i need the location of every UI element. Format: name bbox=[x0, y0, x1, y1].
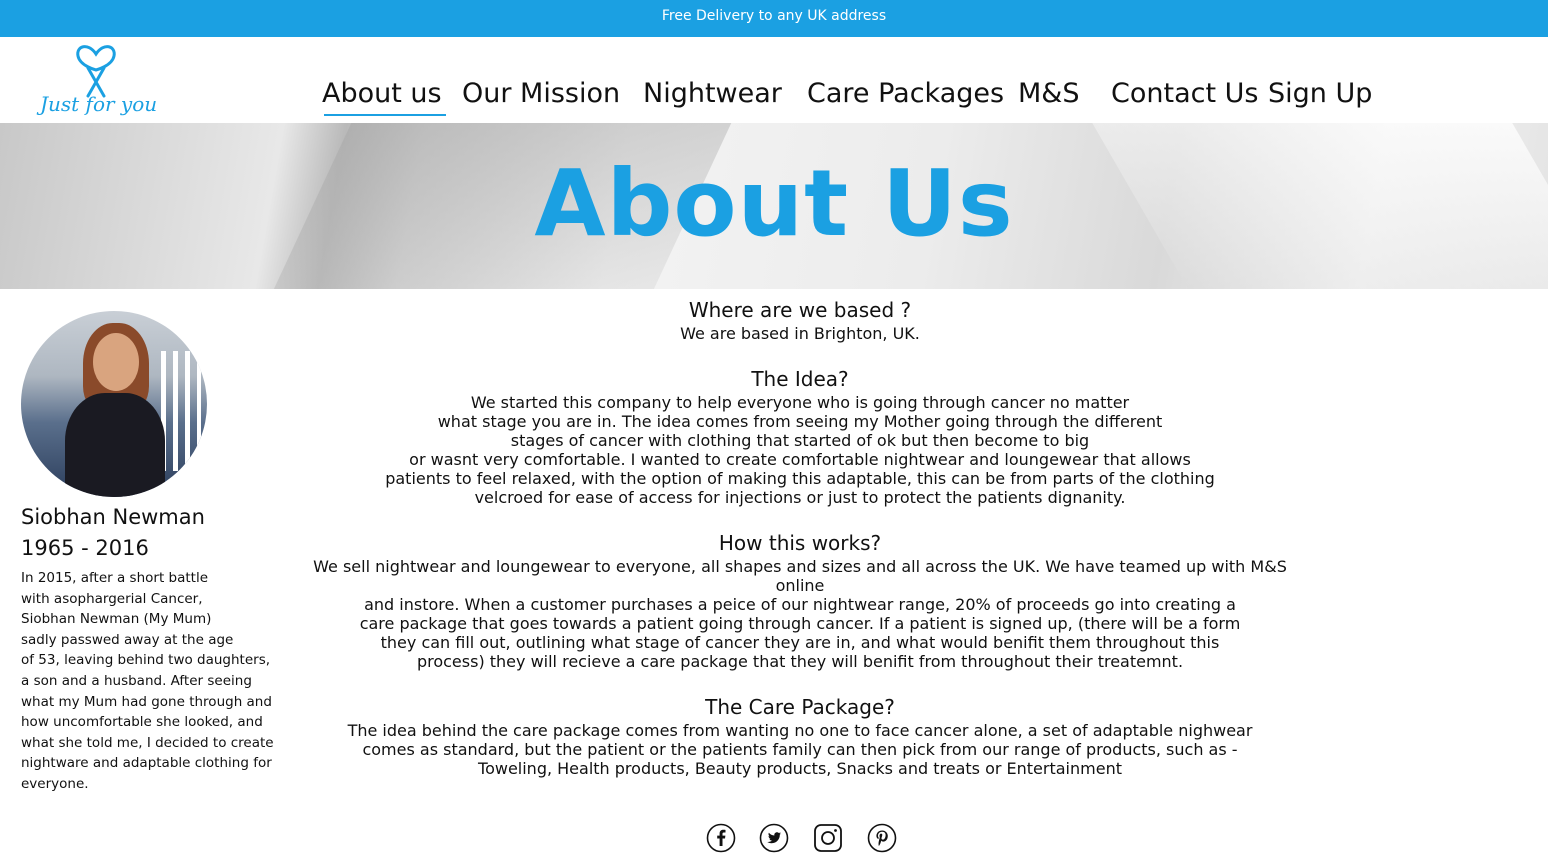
body-line: We are based in Brighton, UK. bbox=[680, 324, 920, 343]
section-heading-idea: The Idea? bbox=[751, 367, 849, 391]
instagram-icon bbox=[814, 824, 842, 852]
profile-name: Siobhan Newman bbox=[21, 505, 205, 529]
about-content: Where are we based ? We are based in Bri… bbox=[300, 296, 1300, 778]
promo-banner: Free Delivery to any UK address bbox=[0, 0, 1548, 37]
bio-line: what my Mum had gone through and bbox=[21, 693, 272, 710]
nav-item-sign-up[interactable]: Sign Up bbox=[1268, 74, 1372, 114]
bio-line: In 2015, after a short battle bbox=[21, 570, 209, 586]
body-line: We sell nightwear and loungewear to ever… bbox=[313, 557, 1287, 595]
bio-line: what she told me, I decided to create bbox=[21, 734, 274, 751]
body-line: velcroed for ease of access for injectio… bbox=[474, 488, 1126, 507]
body-line: care package that goes towards a patient… bbox=[359, 614, 1241, 633]
bio-line: how uncomfortable she looked, and bbox=[21, 714, 263, 731]
section-heading-care-package: The Care Package? bbox=[705, 695, 895, 719]
section-heading-how-it-works: How this works? bbox=[718, 531, 882, 555]
body-line: what stage you are in. The idea comes fr… bbox=[437, 412, 1163, 431]
body-line: or wasnt very comfortable. I wanted to c… bbox=[409, 450, 1191, 469]
nav-item-care-packages[interactable]: Care Packages bbox=[807, 74, 1004, 114]
facebook-link[interactable] bbox=[706, 823, 736, 853]
bio-line: nightware and adaptable clothing for bbox=[21, 755, 272, 772]
body-line: stages of cancer with clothing that star… bbox=[510, 431, 1090, 450]
twitter-link[interactable] bbox=[759, 823, 789, 853]
hero-banner: About Us bbox=[0, 123, 1548, 289]
body-line: comes as standard, but the patient or th… bbox=[362, 740, 1238, 759]
nav-item-about-us[interactable]: About us bbox=[322, 74, 446, 116]
body-line: The idea behind the care package comes f… bbox=[347, 721, 1253, 740]
body-line: Toweling, Health products, Beauty produc… bbox=[478, 759, 1122, 778]
section-heading-location: Where are we based ? bbox=[688, 298, 912, 322]
pinterest-link[interactable] bbox=[867, 823, 897, 853]
bio-line: sadly passwed away at the age bbox=[21, 631, 234, 648]
photo-face bbox=[93, 333, 139, 391]
nav-item-contact-us[interactable]: Contact Us bbox=[1111, 74, 1258, 114]
nav-item-nightwear[interactable]: Nightwear bbox=[643, 74, 782, 114]
bio-line: of 53, leaving behind two daughters, bbox=[21, 652, 271, 669]
body-line: they can fill out, outlining what stage … bbox=[380, 633, 1220, 652]
body-line: We started this company to help everyone… bbox=[470, 393, 1130, 412]
twitter-icon bbox=[759, 823, 789, 853]
profile-years: 1965 - 2016 bbox=[21, 536, 149, 560]
main-nav: About us Our Mission Nightwear Care Pack… bbox=[0, 74, 1548, 116]
pinterest-icon bbox=[867, 823, 897, 853]
bio-line: with asophargerial Cancer, bbox=[21, 590, 203, 607]
body-line: process) they will recieve a care packag… bbox=[416, 652, 1184, 671]
body-line: patients to feel relaxed, with the optio… bbox=[385, 469, 1215, 488]
photo-chair bbox=[161, 351, 201, 471]
instagram-link[interactable] bbox=[813, 823, 843, 853]
nav-item-our-mission[interactable]: Our Mission bbox=[462, 74, 620, 114]
nav-item-ms[interactable]: M&S bbox=[1018, 74, 1080, 114]
page-title: About Us bbox=[534, 150, 1014, 257]
promo-text: Free Delivery to any UK address bbox=[661, 8, 887, 24]
photo-body bbox=[65, 393, 165, 497]
facebook-icon bbox=[706, 823, 736, 853]
bio-line: Siobhan Newman (My Mum) bbox=[21, 611, 212, 628]
bio-line: everyone. bbox=[21, 775, 89, 792]
profile-bio: In 2015, after a short battle with asoph… bbox=[21, 568, 281, 795]
body-line: and instore. When a customer purchases a… bbox=[364, 595, 1236, 614]
profile-photo bbox=[21, 311, 207, 497]
bio-line: a son and a husband. After seeing bbox=[21, 672, 252, 689]
